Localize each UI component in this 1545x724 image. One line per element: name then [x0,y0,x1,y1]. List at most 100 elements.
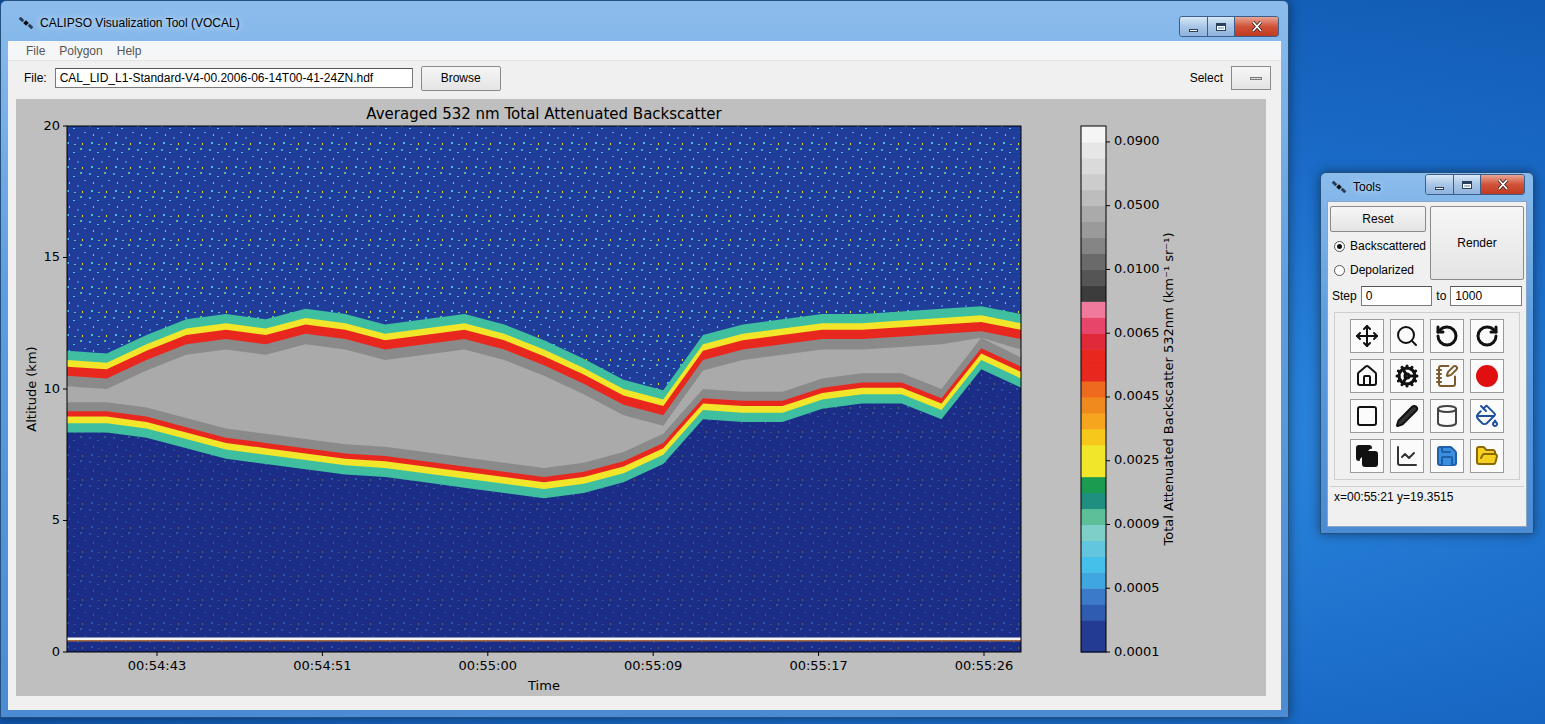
tool-grid [1334,312,1520,480]
tool-button[interactable] [1390,359,1424,393]
x-axis-label: Time [527,678,560,693]
minimize-button[interactable] [1426,175,1453,194]
menu-item[interactable]: File [26,44,45,58]
colorbar-segment [1081,524,1106,540]
colorbar-segment [1081,397,1106,413]
colorbar-segment [1081,254,1106,270]
tool-button[interactable] [1470,399,1504,433]
dropdown-indicator-icon [1250,77,1262,80]
mode-radio[interactable]: Depolarized [1330,260,1426,280]
file-path-field[interactable]: CAL_LID_L1-Standard-V4-00.2006-06-14T00-… [55,68,413,88]
colorbar-segment [1081,285,1106,301]
svg-text:0.0009: 0.0009 [1114,516,1160,531]
colorbar-segment [1081,238,1106,254]
maximize-icon [1462,181,1472,189]
colorbar-segment [1081,269,1106,285]
plot-background [67,126,1021,652]
reset-button[interactable]: Reset [1330,206,1426,232]
maximize-button[interactable] [1453,175,1480,194]
colorbar-tick: 0.0100 [1106,261,1160,276]
maximize-button[interactable] [1207,17,1234,36]
svg-text:0.0100: 0.0100 [1114,261,1160,276]
x-tick: 00:55:17 [789,652,847,673]
colorbar-segment [1081,413,1106,429]
undo-icon [1435,324,1459,348]
close-icon [1251,21,1263,32]
tools-title: Tools [1353,180,1419,194]
notepad-icon [1435,364,1459,388]
svg-text:5: 5 [52,512,60,527]
svg-text:00:54:51: 00:54:51 [293,658,351,673]
gear-icon [1395,364,1419,388]
close-button[interactable] [1480,175,1524,194]
paint-bucket-icon [1475,404,1499,428]
minimize-button[interactable] [1180,17,1207,36]
tool-button[interactable] [1430,439,1464,473]
colorbar-segment [1081,158,1106,174]
svg-text:0: 0 [52,644,60,659]
backscatter-chart: Averaged 532 nm Total Attenuated Backsca… [16,99,1266,696]
colorbar-segment [1081,349,1106,365]
noise-texture [67,126,1021,652]
menu-item[interactable]: Polygon [59,44,102,58]
tool-button[interactable] [1350,439,1384,473]
mode-radio[interactable]: Backscattered [1330,236,1426,256]
radio-icon [1334,265,1345,276]
tool-button[interactable] [1350,319,1384,353]
tool-button[interactable] [1470,439,1504,473]
tool-button[interactable] [1390,319,1424,353]
tools-client: Reset Backscattered DepolarizedRender Step 0… [1327,201,1527,527]
colorbar-segment [1081,572,1106,588]
y-tick: 10 [43,381,67,396]
tool-button[interactable] [1350,399,1384,433]
svg-text:15: 15 [43,249,60,264]
tool-button[interactable] [1390,439,1424,473]
y-tick: 20 [43,118,67,133]
tool-button[interactable] [1430,319,1464,353]
svg-text:20: 20 [43,118,60,133]
home-icon [1355,364,1379,388]
y-tick: 15 [43,249,67,264]
y-tick: 0 [52,644,67,659]
svg-text:0.0500: 0.0500 [1114,197,1160,212]
colorbar-tick: 0.0065 [1106,325,1160,340]
colorbar-label: Total Attenuated Backscatter 532nm (km⁻¹… [1161,233,1176,547]
line-chart-icon [1395,444,1419,468]
colorbar-tick: 0.0025 [1106,452,1160,467]
tool-button[interactable] [1470,359,1504,393]
browse-button[interactable]: Browse [421,66,501,91]
cloud-core [67,338,1021,468]
window-title: CALIPSO Visualization Tool (VOCAL) [40,16,1173,30]
step-label: Step [1332,289,1357,303]
radio-icon [1334,241,1345,252]
cloud-body [67,331,1021,477]
svg-text:0.0025: 0.0025 [1114,452,1160,467]
pencil-icon [1395,404,1419,428]
colorbar-segment [1081,509,1106,525]
step-from-field[interactable]: 0 [1361,286,1433,306]
tool-button[interactable] [1430,359,1464,393]
colorbar-segment [1081,333,1106,349]
close-button[interactable] [1234,17,1278,36]
svg-text:00:54:43: 00:54:43 [128,658,186,673]
step-to-field[interactable]: 1000 [1450,286,1522,306]
svg-text:00:55:17: 00:55:17 [789,658,847,673]
svg-text:0.0065: 0.0065 [1114,325,1160,340]
colorbar-segment [1081,493,1106,509]
colorbar-segment [1081,620,1106,636]
colorbar: 0.00010.00050.00090.00250.00450.00650.01… [1081,126,1160,659]
tool-button[interactable] [1470,319,1504,353]
tool-button[interactable] [1350,359,1384,393]
layers-icon [1355,444,1379,468]
x-tick: 00:55:26 [955,652,1013,673]
tool-button[interactable] [1390,399,1424,433]
select-button[interactable] [1231,66,1271,90]
x-tick: 00:55:09 [624,652,682,673]
render-button[interactable]: Render [1430,206,1524,280]
colorbar-segment [1081,317,1106,333]
desktop: CALIPSO Visualization Tool (VOCAL) File Po… [0,0,1545,724]
colorbar-tick: 0.0900 [1106,133,1160,148]
menu-item[interactable]: Help [117,44,142,58]
tool-button[interactable] [1430,399,1464,433]
record-icon [1475,364,1499,388]
